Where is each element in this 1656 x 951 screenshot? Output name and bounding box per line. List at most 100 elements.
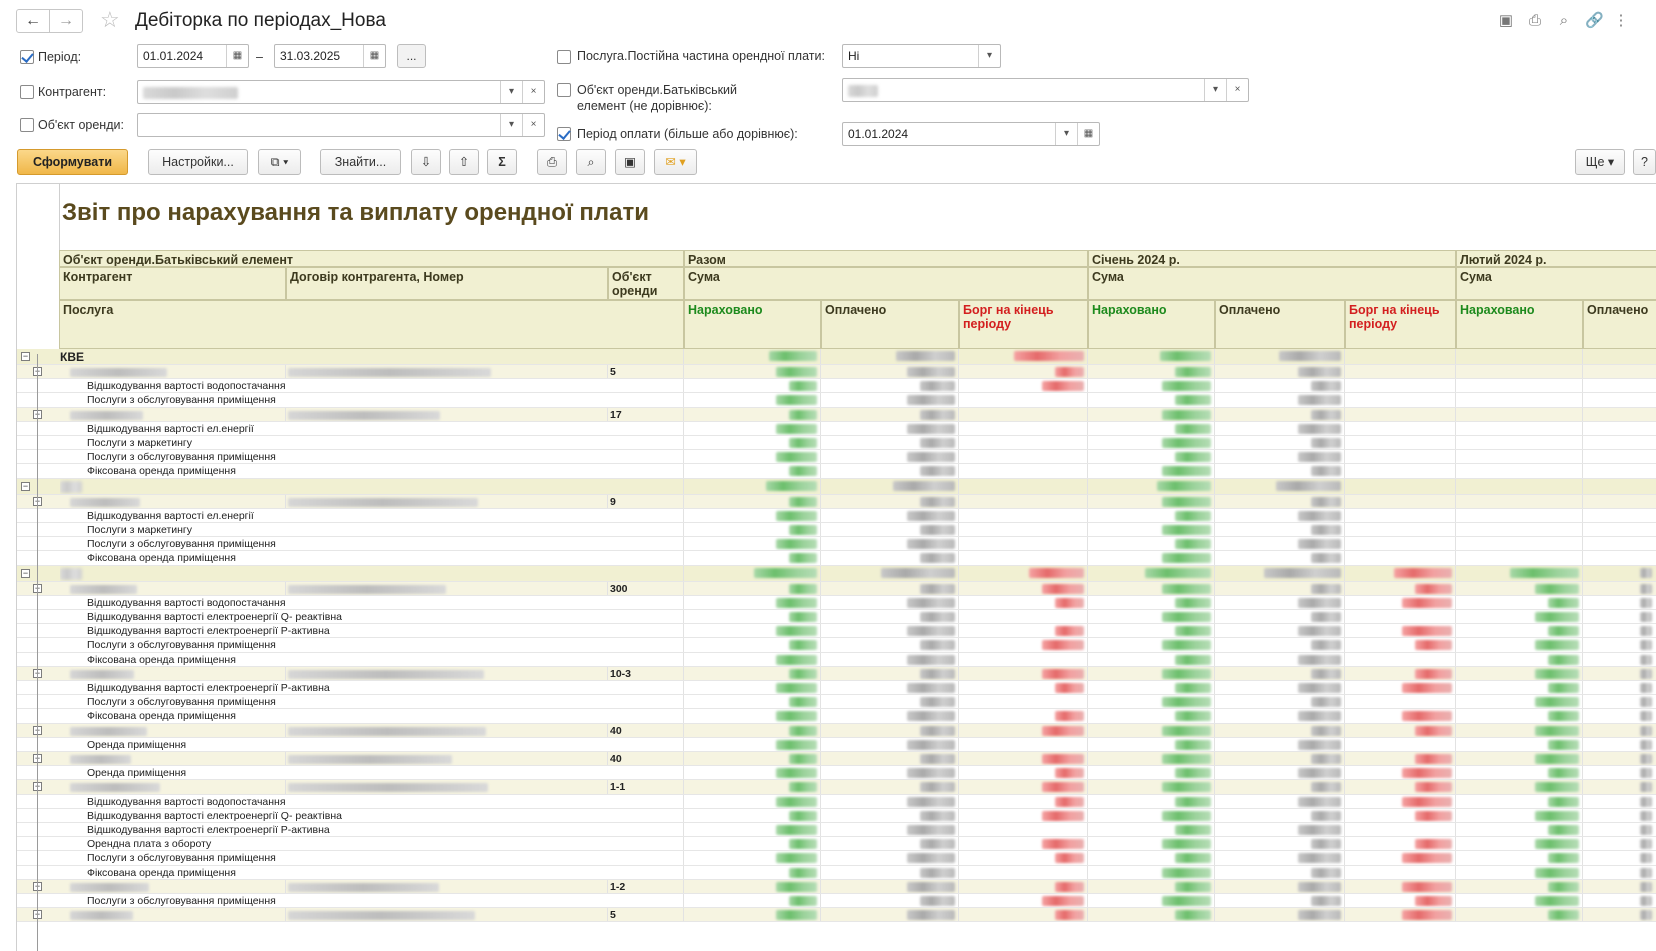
blurred-amount [1175, 626, 1211, 637]
rent-object-checkbox[interactable] [20, 118, 34, 132]
dropdown-icon[interactable]: ▾ [978, 45, 1000, 67]
sum-button[interactable]: Σ [487, 149, 517, 175]
print-button[interactable]: ⎙ [537, 149, 567, 175]
value-cell [821, 837, 959, 851]
blurred-amount [920, 640, 955, 651]
value-cell [959, 379, 1088, 393]
service-fixed-checkbox[interactable] [557, 50, 571, 64]
collapse-all-button[interactable]: ⇧ [449, 149, 479, 175]
value-cell [1215, 421, 1345, 435]
value-cell [1456, 450, 1583, 464]
service-fixed-select[interactable]: Ні ▾ [842, 44, 1001, 68]
blurred-amount [907, 452, 955, 463]
more-button[interactable]: Ще ▾ [1575, 149, 1625, 175]
help-button[interactable]: ? [1633, 149, 1656, 175]
favorite-star-icon[interactable]: ☆ [100, 8, 120, 32]
value-cell [1088, 723, 1215, 737]
value-cell [1583, 408, 1656, 421]
blurred-amount [1042, 810, 1084, 821]
clear-icon[interactable]: × [1226, 79, 1248, 101]
report-sheet[interactable]: Звіт про нарахування та виплату орендної… [16, 183, 1656, 951]
period-checkbox[interactable] [20, 50, 34, 64]
value-cell [959, 794, 1088, 808]
find-button[interactable]: Знайти... [320, 149, 401, 175]
counterparty-field[interactable]: ▾ × [137, 80, 545, 104]
value-cell [1088, 595, 1215, 609]
group-row: −1-2 [17, 879, 1656, 894]
payment-period-checkbox[interactable] [557, 127, 571, 141]
blurred-amount [1415, 839, 1452, 850]
rent-object-field[interactable]: ▾ × [137, 113, 545, 137]
payment-period-field[interactable]: 01.01.2024 ▾ ▦ [842, 122, 1100, 146]
value-cell [1215, 823, 1345, 837]
value-cell [1583, 379, 1656, 392]
collapse-toggle-icon[interactable]: − [21, 568, 30, 578]
link-icon[interactable]: 🔗 [1585, 12, 1604, 30]
settings-button[interactable]: Настройки... [148, 149, 248, 175]
send-email-button[interactable]: ✉ ▾ [654, 149, 697, 175]
value-cell [684, 666, 821, 680]
value-cell [821, 794, 959, 808]
calendar-icon[interactable]: ▦ [226, 45, 248, 67]
preview-button[interactable]: ⌕ [576, 149, 606, 175]
calendar-icon[interactable]: ▦ [363, 45, 385, 67]
header-total: Разом [684, 250, 1088, 267]
value-cell [1456, 365, 1583, 379]
period-from-field[interactable]: 01.01.2024 ▦ [137, 44, 249, 68]
value-cell [821, 610, 959, 624]
blurred-amount [776, 597, 817, 608]
dropdown-icon[interactable]: ▾ [1204, 79, 1226, 101]
value-cell [959, 695, 1088, 709]
collapse-toggle-icon[interactable]: − [21, 481, 30, 491]
print-icon[interactable]: ⎙ [1526, 12, 1544, 30]
parent-element-field[interactable]: ▾ × [842, 78, 1249, 102]
blurred-amount [1042, 640, 1084, 651]
value-cell [1088, 752, 1215, 766]
counterparty-checkbox[interactable] [20, 85, 34, 99]
period-select-button[interactable]: ... [397, 44, 426, 68]
variants-menu-button[interactable]: ⧉ ▾ [258, 149, 301, 175]
blurred-amount [1042, 583, 1084, 594]
blurred-amount [776, 423, 817, 434]
clear-icon[interactable]: × [522, 81, 544, 103]
value-cell [1583, 866, 1656, 879]
value-cell [821, 450, 959, 464]
blurred-amount [1548, 711, 1579, 722]
more-vertical-icon[interactable]: ⋮ [1612, 12, 1630, 30]
blurred-amount [1415, 896, 1452, 906]
blurred-amount [789, 839, 817, 850]
preview-icon[interactable]: ⌕ [1555, 12, 1573, 30]
save-icon[interactable]: ▣ [1497, 12, 1515, 30]
blurred-amount [1175, 910, 1211, 921]
generate-button[interactable]: Сформувати [17, 149, 128, 175]
value-cell [684, 421, 821, 435]
forward-button[interactable]: → [49, 9, 83, 33]
value-cell [1345, 610, 1456, 624]
clear-icon[interactable]: × [522, 114, 544, 136]
value-cell [959, 894, 1088, 908]
period-to-field[interactable]: 31.03.2025 ▦ [274, 44, 386, 68]
blurred-amount [1548, 654, 1579, 665]
dropdown-icon[interactable]: ▾ [1055, 123, 1077, 145]
value-cell [1215, 681, 1345, 695]
dropdown-icon[interactable]: ▾ [500, 114, 522, 136]
value-cell [1088, 450, 1215, 464]
value-cell [684, 837, 821, 851]
dropdown-icon[interactable]: ▾ [500, 81, 522, 103]
parent-element-checkbox[interactable] [557, 83, 571, 97]
calendar-icon[interactable]: ▦ [1077, 123, 1099, 145]
blurred-amount [1162, 409, 1211, 420]
header-feb: Лютий 2024 р. [1456, 250, 1656, 267]
value-cell [1215, 837, 1345, 851]
service-row: Послуги з маркетингу [17, 523, 1656, 538]
save-button[interactable]: ▣ [615, 149, 645, 175]
value-cell [1215, 565, 1345, 581]
service-row: Відшкодування вартості водопостачання [17, 794, 1656, 809]
back-button[interactable]: ← [16, 9, 50, 33]
value-cell [1345, 851, 1456, 865]
value-cell [959, 638, 1088, 652]
expand-all-button[interactable]: ⇩ [411, 149, 441, 175]
collapse-toggle-icon[interactable]: − [21, 352, 30, 361]
blurred-amount [1298, 452, 1341, 463]
value-cell [684, 436, 821, 450]
